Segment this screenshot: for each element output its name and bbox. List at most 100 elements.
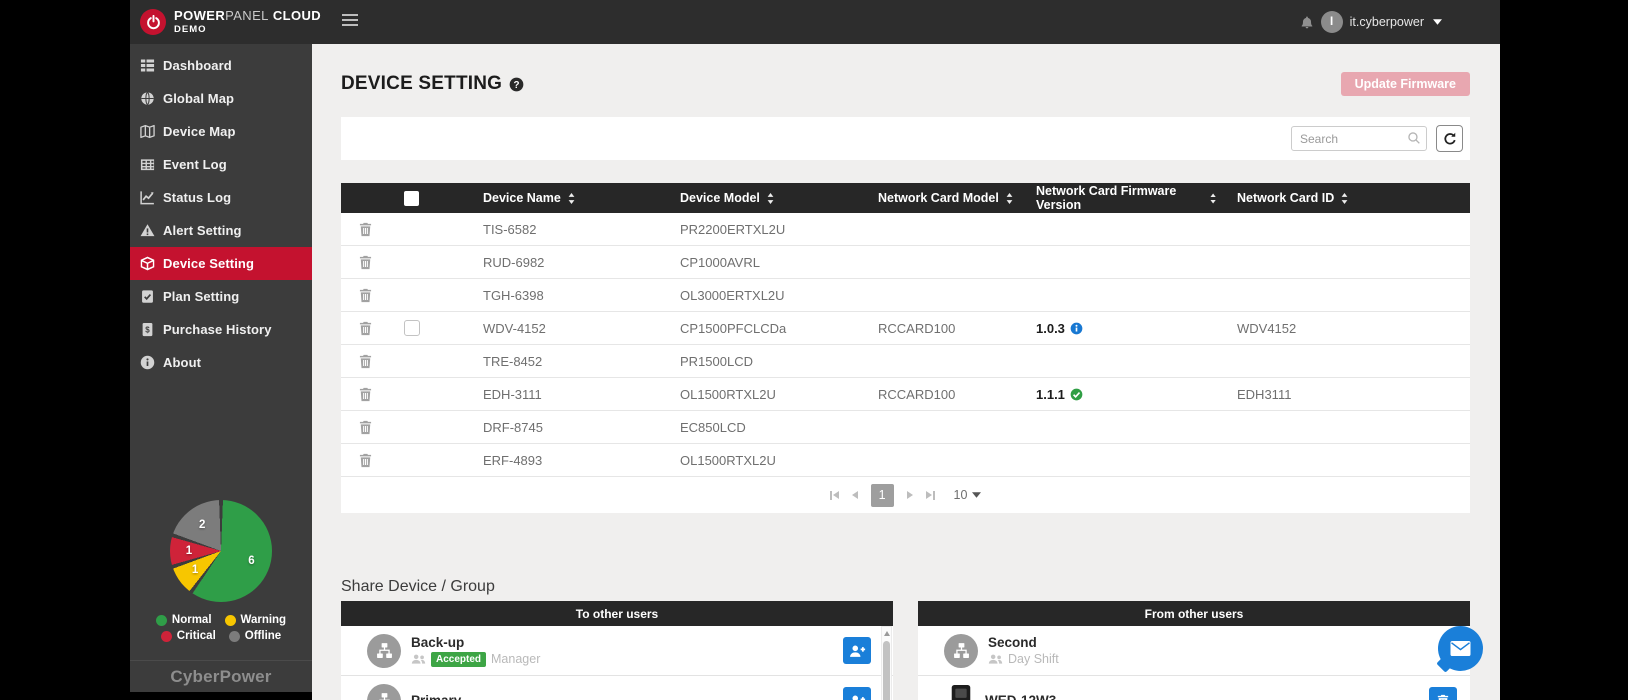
brand-subtitle: DEMO [174,24,207,36]
sort-icon [568,192,575,204]
legend-item-warning: Warning [224,614,286,626]
share-row-second: Second Day Shift [918,626,1470,676]
share-row-back-up: Back-up Accepted Manager [341,626,893,676]
trash-icon[interactable] [359,420,372,435]
share-subline: Day Shift [988,652,1059,666]
sidebar-item-status-log[interactable]: Status Log [130,181,312,214]
device-name-cell: DRF-8745 [483,419,543,435]
group-avatar [367,683,401,700]
scroll-up-arrow-icon[interactable] [883,631,890,636]
column-header-network-card-firmware-version[interactable]: Network Card Firmware Version [1018,184,1216,212]
column-header-network-card-model[interactable]: Network Card Model [858,191,1018,205]
pie-legend: Normal Warning Critical Offline [130,614,312,642]
help-icon[interactable]: ? [509,77,524,92]
device-name-cell: TIS-6582 [483,221,537,237]
device-name-cell: ERF-4893 [483,452,543,468]
event-log-icon [140,157,155,172]
group-icon [953,642,970,659]
status-log-icon [140,190,155,205]
select-all-checkbox[interactable] [404,190,419,206]
ups-device-icon [947,684,975,700]
share-from-others-panel: From other users Second Day Shift WED-12W3 [918,601,1470,700]
pagination-next-button[interactable] [906,491,913,499]
chevron-down-icon [972,492,982,498]
sidebar-item-device-setting[interactable]: Device Setting [130,247,312,280]
sidebar-item-plan-setting[interactable]: Plan Setting [130,280,312,313]
legend-item-offline: Offline [228,630,281,642]
device-model-cell: OL1500RTXL2U [680,452,776,468]
device-status-pie-chart: 6 1 1 2 [170,500,272,602]
sidebar-item-label: Plan Setting [163,289,240,304]
user-avatar[interactable]: I [1320,11,1343,33]
share-section-heading: Share Device / Group [341,578,495,595]
bell-icon[interactable] [1300,15,1314,30]
hamburger-menu-icon[interactable] [342,14,358,29]
trash-icon[interactable] [359,222,372,237]
trash-icon[interactable] [359,288,372,303]
support-chat-button[interactable] [1438,626,1483,671]
sidebar-item-purchase-history[interactable]: $ Purchase History [130,313,312,346]
purchase-icon: $ [140,322,155,337]
page-size-selector[interactable]: 10 [954,488,982,502]
pie-slice-value: 6 [248,554,255,567]
refresh-button[interactable] [1436,125,1463,152]
pagination-last-button[interactable] [925,490,935,500]
sort-icon [767,192,774,204]
refresh-icon [1443,132,1457,146]
row-checkbox[interactable] [404,320,420,336]
group-avatar [944,633,978,668]
users-icon [411,653,426,665]
sidebar-item-dashboard[interactable]: Dashboard [130,49,312,82]
delete-share-button[interactable] [1429,687,1457,700]
trash-icon[interactable] [359,453,372,468]
device-map-icon [140,124,155,139]
sidebar-menu: Dashboard Global Map Device Map Event Log St… [130,44,312,379]
pagination-prev-button[interactable] [851,491,858,499]
column-header-device-name[interactable]: Device Name [462,191,661,205]
pagination-first-button[interactable] [829,490,839,500]
update-firmware-button[interactable]: Update Firmware [1340,72,1470,96]
pie-slice-value: 2 [198,519,206,532]
share-subline: Accepted Manager [411,651,540,667]
user-name[interactable]: it.cyberpower [1350,15,1424,29]
sidebar-item-about[interactable]: About [130,346,312,379]
sidebar-item-event-log[interactable]: Event Log [130,148,312,181]
group-avatar [367,633,401,668]
device-setting-icon [140,256,155,271]
network-card-id-cell: WDV4152 [1237,320,1297,336]
trash-icon[interactable] [359,387,372,402]
device-image [947,684,975,700]
chevron-down-icon[interactable] [1433,19,1442,25]
legend-dot [228,630,240,642]
share-name: Primary [411,693,461,700]
user-plus-icon [849,694,866,700]
sidebar-item-alert-setting[interactable]: Alert Setting [130,214,312,247]
device-row-erf-4893: ERF-4893 OL1500RTXL2U [341,444,1470,477]
device-row-tre-8452: TRE-8452 PR1500LCD [341,345,1470,378]
add-user-button[interactable] [843,637,871,664]
device-model-cell: PR2200ERTXL2U [680,221,786,237]
trash-icon[interactable] [359,354,372,369]
trash-icon[interactable] [359,321,372,336]
device-row-tgh-6398: TGH-6398 OL3000ERTXL2U [341,279,1470,312]
trash-on-blue-icon [1437,694,1449,700]
network-card-model-cell: RCCARD100 [878,320,956,336]
trash-icon[interactable] [359,255,372,270]
sidebar-item-global-map[interactable]: Global Map [130,82,312,115]
legend-item-critical: Critical [160,630,216,642]
pagination-current-page[interactable]: 1 [870,483,894,507]
sidebar-footer: CyberPower [130,660,312,692]
sidebar-item-device-map[interactable]: Device Map [130,115,312,148]
share-name: Back-up [411,634,465,650]
device-name-cell: EDH-3111 [483,386,542,402]
panel-scrollbar[interactable] [881,626,892,700]
scrollbar-thumb[interactable] [883,641,890,700]
device-name-cell: RUD-6982 [483,254,545,270]
column-header-device-model[interactable]: Device Model [661,191,858,205]
sort-icon [1006,192,1013,204]
add-user-button[interactable] [843,687,871,700]
legend-dot [160,630,172,642]
globe-icon [140,91,155,106]
users-icon [988,653,1003,665]
column-header-network-card-id[interactable]: Network Card ID [1216,191,1470,205]
